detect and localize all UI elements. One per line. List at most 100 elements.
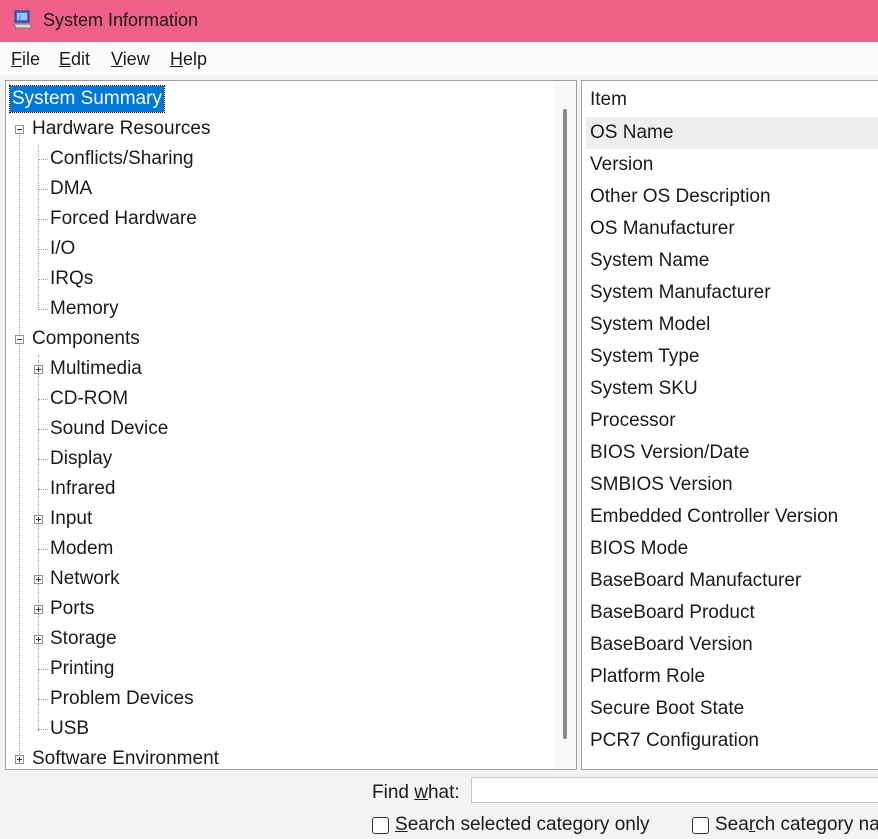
category-tree[interactable]: System Summary Hardware Resources Confli…: [5, 80, 577, 770]
tree-item-io[interactable]: I/O: [48, 234, 77, 264]
checkbox-box[interactable]: [692, 816, 709, 834]
tree-item-software-environment[interactable]: Software Environment: [30, 744, 221, 769]
expand-icon[interactable]: [34, 635, 43, 644]
list-row[interactable]: OS Manufacturer: [586, 213, 878, 245]
list-row[interactable]: System Model: [586, 309, 878, 341]
tree-item-cd-rom[interactable]: CD-ROM: [48, 384, 130, 414]
list-row[interactable]: Embedded Controller Version: [586, 501, 878, 533]
tree-item-label: Ports: [50, 598, 95, 619]
list-row[interactable]: BIOS Version/Date: [586, 437, 878, 469]
tree-item-label: Conflicts/Sharing: [50, 148, 194, 169]
search-selected-category-checkbox[interactable]: Search selected category only: [372, 814, 650, 836]
menu-edit[interactable]: Edit: [59, 49, 90, 70]
tree-item-label: Storage: [50, 628, 117, 649]
tree-item-modem[interactable]: Modem: [48, 534, 115, 564]
tree-item-forced-hardware[interactable]: Forced Hardware: [48, 204, 199, 234]
tree-item-label: Input: [50, 508, 93, 529]
collapse-icon[interactable]: [15, 125, 24, 134]
menu-file-rest: ile: [22, 49, 41, 69]
find-label-pre: Find: [372, 782, 415, 803]
tree-scrollbar[interactable]: [554, 81, 576, 769]
checkbox-label-pre: Sea: [715, 814, 749, 835]
tree-item-label: CD-ROM: [50, 388, 129, 409]
list-row[interactable]: System SKU: [586, 373, 878, 405]
tree-item-memory[interactable]: Memory: [48, 294, 121, 324]
tree-connector: [19, 128, 20, 760]
column-header-item[interactable]: Item: [590, 89, 627, 111]
search-category-names-checkbox[interactable]: Search category na: [692, 814, 878, 836]
list-row[interactable]: PCR7 Configuration: [586, 725, 878, 757]
title-bar[interactable]: i System Information: [0, 0, 878, 42]
tree-item-printing[interactable]: Printing: [48, 654, 116, 684]
tree-connector: [38, 669, 48, 670]
menu-file[interactable]: File: [11, 49, 40, 70]
list-row[interactable]: Other OS Description: [586, 181, 878, 213]
expand-icon[interactable]: [15, 755, 24, 764]
checkbox-label: Search category na: [715, 814, 878, 836]
tree-item-label: Multimedia: [50, 358, 142, 379]
tree-item-label: Software Environment: [32, 748, 219, 769]
tree-item-input[interactable]: Input: [48, 504, 94, 534]
tree-item-label: Sound Device: [50, 418, 169, 439]
tree-connector: [38, 249, 48, 250]
tree-connector: [38, 699, 48, 700]
svg-text:i: i: [19, 14, 21, 22]
tree-item-usb[interactable]: USB: [48, 714, 91, 744]
system-info-icon: i: [13, 10, 33, 29]
collapse-icon[interactable]: [15, 335, 24, 344]
window-title: System Information: [43, 10, 199, 30]
tree-item-label: Infrared: [50, 478, 116, 499]
list-row[interactable]: BaseBoard Manufacturer: [586, 565, 878, 597]
menu-file-key: F: [11, 49, 22, 69]
list-row[interactable]: System Name: [586, 245, 878, 277]
list-row[interactable]: System Type: [586, 341, 878, 373]
expand-icon[interactable]: [34, 515, 43, 524]
scrollbar-thumb[interactable]: [563, 109, 567, 739]
find-what-input[interactable]: [471, 777, 878, 803]
tree-item-display[interactable]: Display: [48, 444, 114, 474]
list-row[interactable]: System Manufacturer: [586, 277, 878, 309]
find-label-post: hat:: [427, 782, 460, 803]
expand-icon[interactable]: [34, 365, 43, 374]
tree-item-label: IRQs: [50, 268, 94, 289]
list-row[interactable]: Processor: [586, 405, 878, 437]
tree-item-system-summary[interactable]: System Summary: [9, 84, 165, 114]
tree-connector: [38, 279, 48, 280]
checkbox-label: Search selected category only: [395, 814, 650, 836]
list-row[interactable]: BIOS Mode: [586, 533, 878, 565]
list-row[interactable]: Version: [586, 149, 878, 181]
list-row[interactable]: OS Name: [586, 117, 878, 149]
find-label-key: w: [414, 782, 428, 803]
menu-bar: File Edit View Help: [0, 42, 878, 75]
list-row[interactable]: SMBIOS Version: [586, 469, 878, 501]
tree-item-label: DMA: [50, 178, 93, 199]
expand-icon[interactable]: [34, 575, 43, 584]
checkbox-label-key: S: [395, 814, 408, 835]
tree-connector: [38, 355, 39, 731]
list-row[interactable]: BaseBoard Version: [586, 629, 878, 661]
details-list[interactable]: Item OS Name Version Other OS Description O…: [581, 80, 878, 770]
list-row[interactable]: BaseBoard Product: [586, 597, 878, 629]
tree-item-infrared[interactable]: Infrared: [48, 474, 117, 504]
checkbox-box[interactable]: [372, 816, 389, 834]
menu-edit-rest: dit: [71, 49, 91, 69]
menu-view[interactable]: View: [111, 49, 150, 70]
tree-item-ports[interactable]: Ports: [48, 594, 96, 624]
tree-item-multimedia[interactable]: Multimedia: [48, 354, 144, 384]
tree-item-problem-devices[interactable]: Problem Devices: [48, 684, 196, 714]
tree-item-dma[interactable]: DMA: [48, 174, 94, 204]
tree-item-hardware-resources[interactable]: Hardware Resources: [30, 114, 212, 144]
tree-item-sound-device[interactable]: Sound Device: [48, 414, 170, 444]
tree-item-irqs[interactable]: IRQs: [48, 264, 95, 294]
tree-item-components[interactable]: Components: [30, 324, 142, 354]
tree-item-network[interactable]: Network: [48, 564, 122, 594]
tree-connector: [38, 145, 39, 310]
menu-help[interactable]: Help: [170, 49, 207, 70]
tree-item-label: Forced Hardware: [50, 208, 197, 229]
expand-icon[interactable]: [34, 605, 43, 614]
tree-item-storage[interactable]: Storage: [48, 624, 119, 654]
find-what-label: Find what:: [372, 782, 460, 804]
list-row[interactable]: Secure Boot State: [586, 693, 878, 725]
tree-item-conflicts-sharing[interactable]: Conflicts/Sharing: [48, 144, 196, 174]
list-row[interactable]: Platform Role: [586, 661, 878, 693]
